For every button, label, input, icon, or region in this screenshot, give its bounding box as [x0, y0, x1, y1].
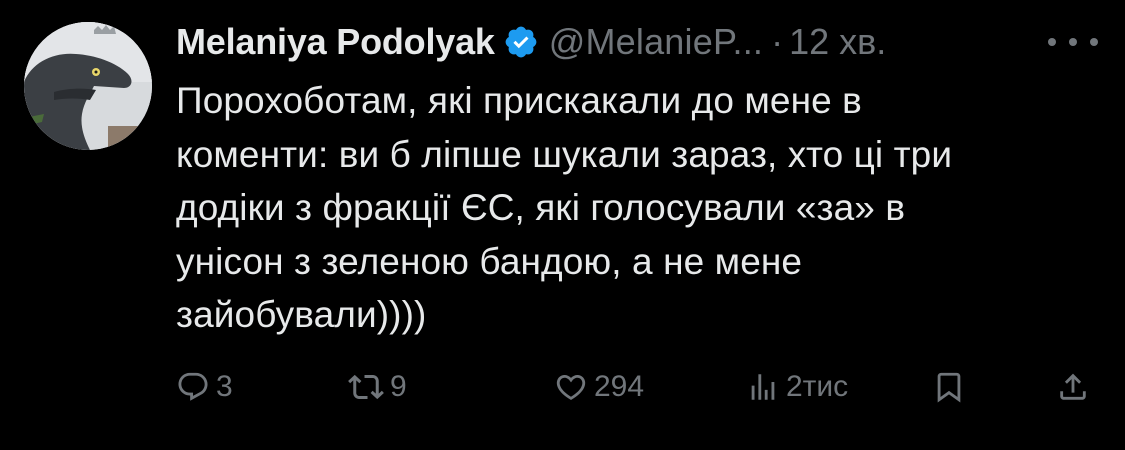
timestamp[interactable]: 12 хв.	[789, 21, 886, 63]
avatar[interactable]	[24, 22, 152, 150]
reply-button[interactable]: 3	[176, 362, 233, 412]
separator-dot: ·	[771, 21, 784, 62]
like-count: 294	[594, 370, 645, 403]
tweet[interactable]: Melaniya Podolyak @MelanieP... · 12 хв. …	[0, 0, 1125, 450]
verified-badge-icon[interactable]	[503, 24, 539, 60]
reply-icon	[176, 370, 210, 404]
tweet-text: Порохоботам, які прискакали до мене в ко…	[176, 80, 953, 335]
retweet-count: 9	[390, 370, 407, 403]
more-options-icon[interactable]	[1048, 34, 1098, 50]
views-chart-icon	[746, 370, 780, 404]
action-bar: 3 9 294 2тис	[176, 362, 1096, 412]
author-display-name[interactable]: Melaniya Podolyak	[176, 21, 495, 63]
bookmark-button[interactable]	[932, 362, 966, 412]
share-icon	[1056, 370, 1090, 404]
reply-count: 3	[216, 370, 233, 403]
like-button[interactable]: 294	[554, 362, 644, 412]
bookmark-icon	[932, 370, 966, 404]
author-handle[interactable]: @MelanieP...	[549, 21, 763, 63]
share-button[interactable]	[1056, 362, 1090, 412]
heart-icon	[554, 370, 588, 404]
views-count: 2тис	[786, 370, 849, 403]
views-button[interactable]: 2тис	[746, 362, 848, 412]
tweet-header: Melaniya Podolyak @MelanieP... · 12 хв.	[176, 20, 886, 64]
retweet-icon	[348, 369, 384, 405]
retweet-button[interactable]: 9	[348, 362, 407, 412]
